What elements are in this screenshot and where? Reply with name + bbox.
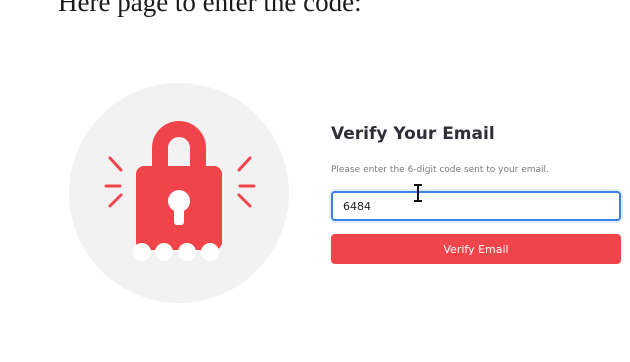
caption-text: Here page to enter the code:: [58, 0, 362, 17]
verify-email-button[interactable]: Verify Email: [331, 234, 621, 264]
text-cursor-icon: [414, 184, 422, 202]
card-subtitle: Please enter the 6-digit code sent to yo…: [331, 165, 549, 175]
card-title: Verify Your Email: [331, 124, 495, 144]
verification-code-input[interactable]: [331, 191, 621, 221]
padlock-icon: [69, 83, 289, 303]
